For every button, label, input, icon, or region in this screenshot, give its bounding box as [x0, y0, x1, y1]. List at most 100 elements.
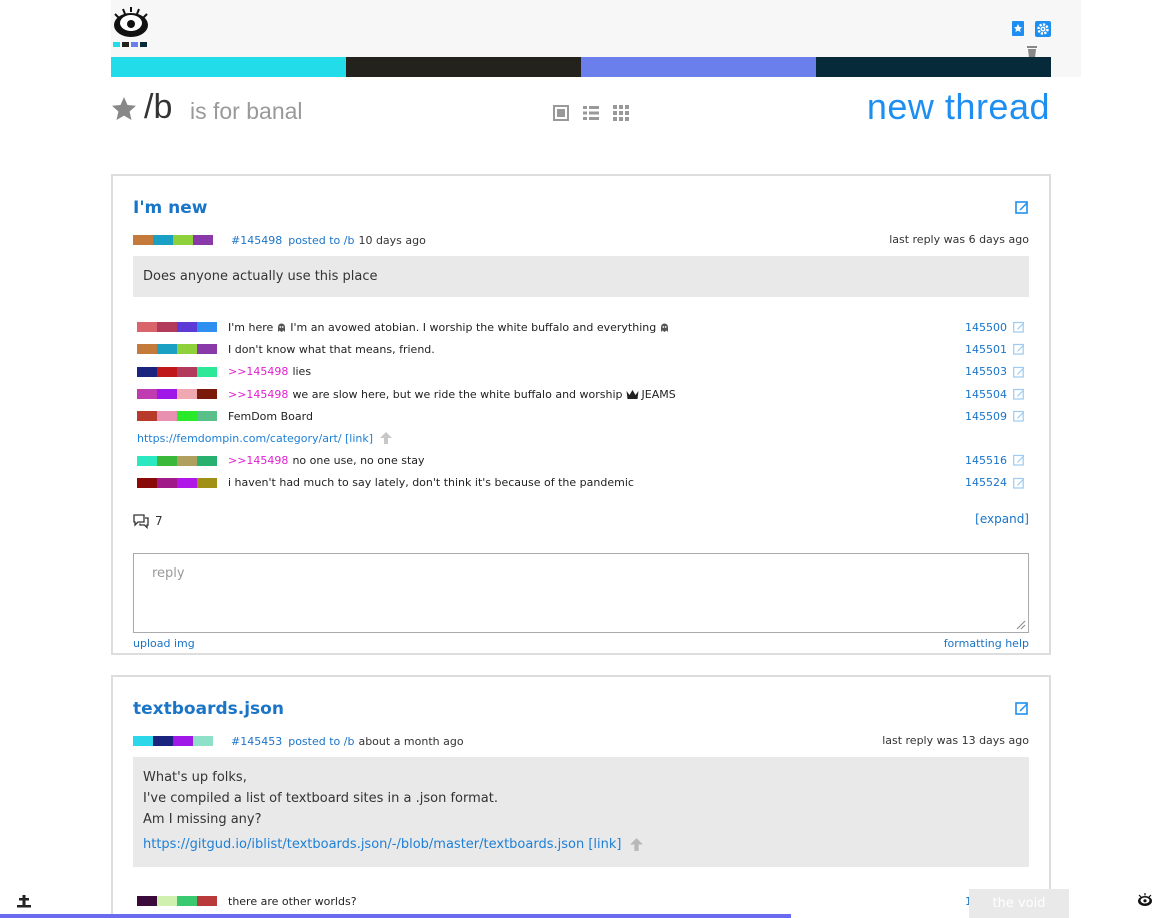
author-color-swatch [133, 235, 213, 245]
reply-row: >>145498 we are slow here, but we ride t… [137, 383, 1029, 405]
reply-number-link[interactable]: 145509 [965, 410, 1007, 423]
op-post-text: I've compiled a list of textboard sites … [143, 791, 498, 806]
reply-textarea[interactable]: reply [133, 553, 1029, 633]
board-name: /b [144, 88, 173, 126]
quote-link[interactable]: >>145498 [228, 388, 288, 401]
arrow-up-icon[interactable] [629, 837, 644, 852]
upload-image-link[interactable]: upload img [133, 637, 195, 650]
op-post-text: What's up folks, [143, 770, 247, 785]
color-bar-segment [581, 57, 816, 77]
edit-icon[interactable] [1015, 200, 1029, 214]
reply-edit-icon[interactable] [1013, 343, 1025, 355]
reply-text: no one use, no one stay [292, 454, 425, 468]
settings-gear-icon[interactable] [1035, 21, 1051, 37]
thread-title[interactable]: I'm new [133, 198, 208, 218]
color-bar-segment [111, 57, 346, 77]
color-bar-segment [816, 57, 1051, 77]
reply-text: lies [292, 365, 312, 379]
site-logo-icon[interactable] [1137, 893, 1153, 907]
reply-edit-icon[interactable] [1013, 454, 1025, 467]
author-color-swatch [137, 366, 217, 377]
reply-number-link[interactable]: 145516 [965, 454, 1007, 467]
reply-number-link[interactable]: 145500 [965, 321, 1007, 334]
author-color-swatch [137, 344, 217, 355]
site-logo-icon[interactable] [111, 6, 151, 50]
thread-card: I'm new #145498 posted to /b 10 days ago… [111, 174, 1051, 655]
thread-card: textboards.json #145453 posted to /b abo… [111, 675, 1051, 918]
expand-link[interactable]: [expand] [975, 512, 1029, 526]
reply-edit-icon[interactable] [1013, 388, 1025, 400]
op-post-body: Does anyone actually use this place [133, 256, 1029, 297]
thread-number-link[interactable]: #145498 [231, 234, 282, 247]
reply-row: I don't know what that means, friend. 14… [137, 338, 1029, 360]
formatting-help-link[interactable]: formatting help [944, 637, 1029, 650]
reply-text: I don't know what that means, friend. [228, 342, 435, 356]
op-post-body: What's up folks, I've compiled a list of… [133, 757, 1029, 867]
arrow-up-icon[interactable] [379, 431, 393, 445]
reply-text: JEAMS [641, 387, 676, 401]
author-color-swatch [137, 477, 217, 488]
resize-grip-icon[interactable] [1016, 620, 1026, 630]
thread-title[interactable]: textboards.json [133, 699, 284, 719]
author-color-swatch [137, 455, 217, 466]
bookmark-icon[interactable] [1011, 21, 1027, 37]
last-reply-time: last reply was 6 days ago [889, 233, 1029, 246]
edit-icon[interactable] [1015, 701, 1029, 715]
posted-to-link[interactable]: posted to /b [288, 234, 354, 247]
reply-row: I'm here I'm an avowed atobian. I worshi… [137, 316, 1029, 338]
posted-to-link[interactable]: posted to /b [288, 735, 354, 748]
anchor-icon[interactable] [17, 894, 31, 908]
quote-link[interactable]: >>145498 [228, 454, 288, 467]
crown-icon [626, 389, 639, 399]
reply-list: I'm here I'm an avowed atobian. I worshi… [137, 316, 1029, 494]
reply-number-link[interactable]: 145503 [965, 365, 1007, 378]
reply-row: there are other worlds? 145455 [137, 890, 1029, 912]
reply-edit-icon[interactable] [1013, 366, 1025, 378]
external-link[interactable]: https://gitgud.io/iblist/textboards.json… [143, 834, 621, 855]
scroll-progress-bar [0, 914, 791, 918]
star-icon[interactable] [111, 96, 137, 122]
reply-row: FemDom Board 145509 [137, 405, 1029, 427]
last-reply-time: last reply was 13 days ago [882, 734, 1029, 747]
reply-number-link[interactable]: 145524 [965, 476, 1007, 489]
list-view-icon[interactable] [582, 104, 600, 122]
reply-number-link[interactable]: 145504 [965, 388, 1007, 401]
reply-text: I'm an avowed atobian. I worship the whi… [290, 320, 657, 334]
color-bar-segment [346, 57, 581, 77]
thread-meta: #145498 posted to /b 10 days ago [133, 233, 426, 247]
external-link[interactable]: https://femdompin.com/category/art/ [lin… [137, 432, 373, 445]
reply-text: i haven't had much to say lately, don't … [228, 476, 634, 490]
reply-text: we are slow here, but we ride the white … [292, 387, 623, 401]
reply-text: I'm here [228, 320, 274, 334]
reply-list: there are other worlds? 145455 [137, 890, 1029, 912]
board-color-bar [111, 57, 1051, 77]
author-color-swatch [137, 411, 217, 422]
reply-text: FemDom Board [228, 409, 313, 423]
reply-link-row: https://femdompin.com/category/art/ [lin… [137, 427, 1029, 449]
ghost-icon [661, 323, 669, 332]
op-post-text: Am I missing any? [143, 812, 262, 827]
single-view-icon[interactable] [552, 104, 570, 122]
new-thread-link[interactable]: new thread [867, 86, 1050, 128]
author-color-swatch [137, 389, 217, 400]
reply-count-value: 7 [155, 514, 163, 528]
reply-placeholder: reply [152, 566, 185, 581]
quote-link[interactable]: >>145498 [228, 365, 288, 378]
thread-number-link[interactable]: #145453 [231, 735, 282, 748]
thread-age: about a month ago [358, 734, 464, 748]
board-description: is for banal [190, 98, 303, 124]
reply-text: there are other worlds? [228, 894, 357, 908]
reply-number-link[interactable]: 145501 [965, 343, 1007, 356]
reply-count: 7 [133, 513, 163, 529]
ghost-icon [278, 323, 286, 332]
author-color-swatch [137, 322, 217, 333]
reply-edit-icon[interactable] [1013, 321, 1025, 333]
reply-edit-icon[interactable] [1013, 410, 1025, 422]
reply-row: >>145498 lies 145503 [137, 361, 1029, 383]
comments-icon [133, 514, 149, 529]
reply-row: >>145498 no one use, no one stay 145516 [137, 449, 1029, 471]
reply-edit-icon[interactable] [1013, 477, 1025, 489]
author-color-swatch [133, 736, 213, 746]
the-void-button[interactable]: the void [969, 889, 1069, 918]
grid-view-icon[interactable] [612, 104, 630, 122]
